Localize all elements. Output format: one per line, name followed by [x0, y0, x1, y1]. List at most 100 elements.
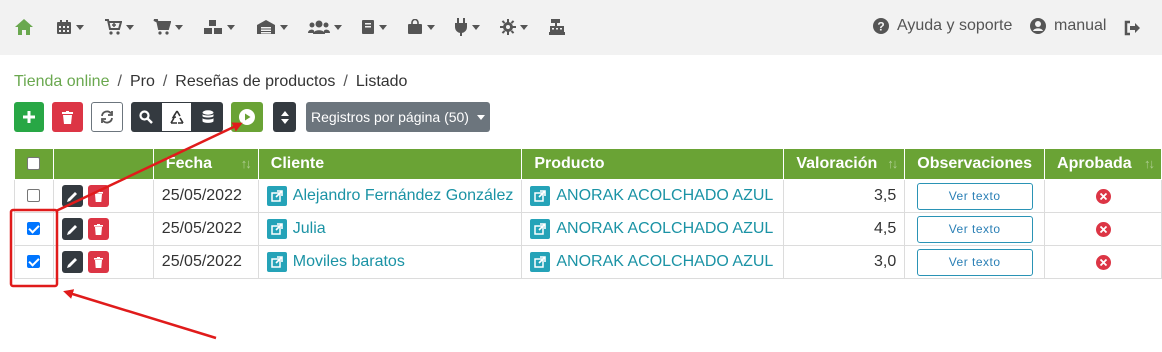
fecha-value: 25/05/2022 — [161, 187, 242, 204]
external-link-icon[interactable] — [266, 219, 287, 239]
external-link-icon[interactable] — [266, 186, 287, 206]
valoracion-value: 3,5 — [874, 187, 897, 204]
breadcrumb-separator: / — [162, 73, 168, 90]
valoracion-header[interactable]: Valoración ↑↓ — [783, 148, 906, 180]
settings-menu[interactable] — [500, 16, 528, 38]
observaciones-header-label: Observaciones — [917, 155, 1033, 172]
warehouse-menu[interactable] — [203, 16, 235, 38]
cliente-link[interactable]: Alejandro Fernández González — [293, 187, 514, 204]
question-circle-icon: ? — [873, 18, 889, 34]
view-text-button[interactable]: Ver texto — [916, 248, 1033, 276]
edit-button[interactable] — [61, 218, 83, 240]
customers-menu[interactable] — [308, 16, 342, 38]
chevron-down-icon — [476, 114, 485, 120]
cliente-cell: Alejandro Fernández González — [257, 179, 523, 213]
sort-icon: ↑↓ — [240, 156, 252, 171]
purchases-menu[interactable] — [104, 16, 134, 38]
table-row: 25/05/2022 Moviles baratos ANORAK ACOLCH… — [14, 245, 1162, 279]
delete-button[interactable] — [52, 102, 83, 132]
valoracion-value: 3,0 — [874, 253, 897, 270]
refresh-button[interactable] — [91, 102, 123, 132]
row-delete-button[interactable] — [88, 218, 110, 240]
calendar-menu[interactable] — [56, 16, 84, 38]
valoracion-value: 4,5 — [874, 220, 897, 237]
chevron-down-icon — [126, 24, 134, 30]
fecha-cell: 25/05/2022 — [152, 245, 259, 279]
cash-register-icon[interactable] — [548, 16, 566, 38]
breadcrumb-reviews: Reseñas de productos — [175, 73, 336, 90]
breadcrumb-pro: Pro — [129, 73, 155, 90]
view-text-button[interactable]: Ver texto — [916, 215, 1033, 243]
valoracion-cell: 3,0 — [783, 245, 906, 279]
chevron-down-icon — [520, 24, 528, 30]
recycle-icon — [169, 110, 184, 124]
database-button[interactable] — [192, 102, 223, 132]
plug-icon — [455, 18, 467, 36]
top-navbar: ? Ayuda y soporte manual — [0, 0, 1162, 55]
producto-link[interactable]: ANORAK ACOLCHADO AZUL — [556, 220, 773, 237]
producto-link[interactable]: ANORAK ACOLCHADO AZUL — [556, 253, 773, 270]
external-link-icon[interactable] — [530, 186, 551, 206]
search-icon — [139, 110, 153, 124]
producto-header[interactable]: Producto — [521, 148, 785, 180]
sync-icon — [101, 110, 113, 124]
fecha-value: 25/05/2022 — [161, 220, 242, 237]
help-link[interactable]: ? Ayuda y soporte — [873, 17, 1012, 35]
help-label: Ayuda y soporte — [897, 17, 1013, 34]
row-checkbox[interactable] — [27, 255, 41, 269]
view-text-label: Ver texto — [948, 189, 1001, 203]
chevron-down-icon — [427, 24, 435, 30]
play-button[interactable] — [231, 102, 263, 132]
producto-link[interactable]: ANORAK ACOLCHADO AZUL — [556, 187, 773, 204]
reports-menu[interactable] — [361, 16, 387, 38]
search-button[interactable] — [131, 102, 161, 132]
breadcrumb-separator: / — [343, 73, 348, 90]
cliente-header-label: Cliente — [270, 155, 325, 172]
accounting-menu[interactable] — [256, 16, 288, 38]
view-text-button[interactable]: Ver texto — [916, 182, 1033, 210]
select-cell — [14, 245, 54, 279]
plus-icon — [23, 111, 35, 123]
cliente-link[interactable]: Moviles baratos — [293, 253, 405, 270]
shopping-bag-icon — [408, 19, 422, 34]
external-link-icon[interactable] — [266, 252, 287, 272]
edit-button[interactable] — [61, 185, 83, 207]
aprobada-cell — [1044, 245, 1162, 279]
shop-menu[interactable] — [407, 16, 435, 38]
sales-menu[interactable] — [153, 16, 183, 38]
user-menu[interactable]: manual — [1030, 17, 1106, 35]
row-delete-button[interactable] — [88, 251, 110, 273]
pencil-icon — [66, 224, 77, 235]
observaciones-cell: Ver texto — [904, 245, 1046, 279]
actions-header — [52, 148, 154, 180]
sort-button[interactable] — [273, 102, 296, 132]
plugins-menu[interactable] — [454, 16, 480, 38]
recycle-button[interactable] — [161, 102, 192, 132]
breadcrumb-store[interactable]: Tienda online — [14, 73, 109, 91]
external-link-icon[interactable] — [530, 219, 551, 239]
cliente-link[interactable]: Julia — [293, 220, 326, 237]
select-all-checkbox[interactable] — [27, 157, 41, 171]
edit-button[interactable] — [61, 251, 83, 273]
per-page-dropdown[interactable]: Registros por página (50) — [306, 102, 490, 132]
row-checkbox[interactable] — [27, 189, 41, 203]
producto-cell: ANORAK ACOLCHADO AZUL — [521, 179, 785, 213]
table-header-row: Fecha ↑↓ Cliente Producto Valoración ↑↓ Ob… — [14, 148, 1162, 180]
row-delete-button[interactable] — [88, 185, 110, 207]
external-link-icon[interactable] — [530, 252, 551, 272]
observaciones-header: Observaciones — [904, 148, 1046, 180]
home-icon[interactable] — [14, 16, 34, 38]
chevron-down-icon — [280, 24, 288, 30]
cliente-cell: Julia — [257, 212, 523, 246]
cart-icon — [153, 19, 171, 35]
row-checkbox[interactable] — [27, 222, 41, 236]
times-circle-icon — [1095, 255, 1111, 270]
logout-icon[interactable] — [1124, 17, 1141, 39]
observaciones-cell: Ver texto — [904, 179, 1046, 213]
add-button[interactable] — [14, 102, 44, 132]
valoracion-header-label: Valoración — [796, 155, 878, 172]
aprobada-header[interactable]: Aprobada ↑↓ — [1044, 148, 1162, 180]
cliente-header[interactable]: Cliente — [257, 148, 523, 180]
fecha-header[interactable]: Fecha ↑↓ — [152, 148, 259, 180]
database-icon — [202, 110, 213, 123]
